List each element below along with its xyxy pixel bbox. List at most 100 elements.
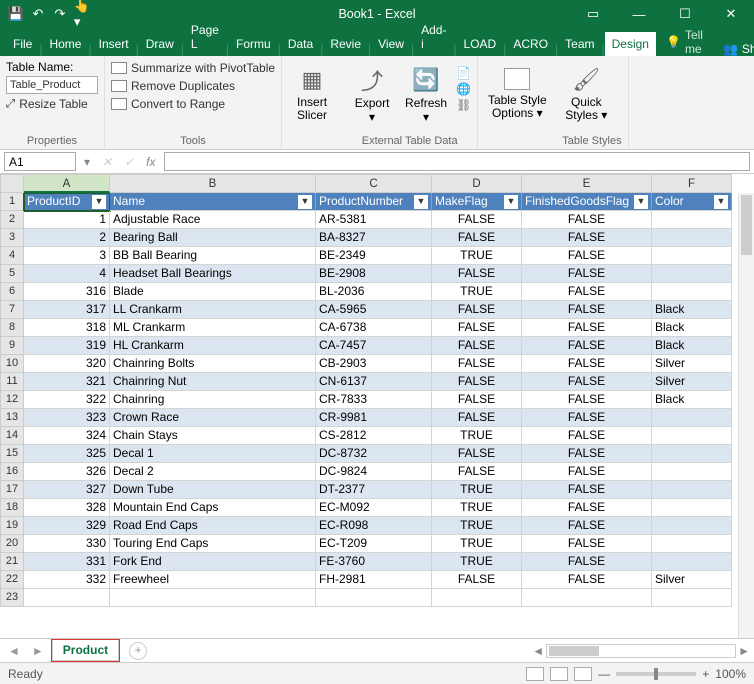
cell[interactable]: CA-5965 bbox=[316, 301, 432, 319]
cell[interactable]: Road End Caps bbox=[110, 517, 316, 535]
cell[interactable]: 325 bbox=[24, 445, 110, 463]
cell[interactable] bbox=[652, 247, 732, 265]
share-button[interactable]: 👥 Share bbox=[713, 42, 754, 56]
cell[interactable] bbox=[522, 589, 652, 607]
cell[interactable]: TRUE bbox=[432, 481, 522, 499]
cancel-icon[interactable]: ✕ bbox=[98, 155, 116, 169]
row-header[interactable]: 13 bbox=[0, 409, 24, 427]
cell[interactable] bbox=[652, 589, 732, 607]
cell[interactable]: BA-8327 bbox=[316, 229, 432, 247]
cell[interactable]: EC-T209 bbox=[316, 535, 432, 553]
cell[interactable] bbox=[652, 265, 732, 283]
tab-design[interactable]: Design bbox=[605, 32, 656, 56]
cell[interactable] bbox=[652, 463, 732, 481]
cell[interactable] bbox=[652, 553, 732, 571]
cell[interactable]: FALSE bbox=[432, 391, 522, 409]
cell[interactable]: Touring End Caps bbox=[110, 535, 316, 553]
normal-view-icon[interactable] bbox=[526, 667, 544, 681]
cell[interactable]: BB Ball Bearing bbox=[110, 247, 316, 265]
cell[interactable]: TRUE bbox=[432, 499, 522, 517]
table-row[interactable]: 7317LL CrankarmCA-5965FALSEFALSEBlack bbox=[0, 301, 754, 319]
row-header[interactable]: 8 bbox=[0, 319, 24, 337]
cell[interactable] bbox=[652, 229, 732, 247]
cell[interactable]: DC-8732 bbox=[316, 445, 432, 463]
col-header-F[interactable]: F bbox=[652, 174, 732, 193]
cell[interactable]: Bearing Ball bbox=[110, 229, 316, 247]
cell[interactable] bbox=[652, 427, 732, 445]
table-row[interactable]: 12322ChainringCR-7833FALSEFALSEBlack bbox=[0, 391, 754, 409]
row-header[interactable]: 1 bbox=[0, 193, 24, 211]
cell[interactable]: FALSE bbox=[522, 391, 652, 409]
row-header[interactable]: 12 bbox=[0, 391, 24, 409]
cell[interactable]: FALSE bbox=[522, 463, 652, 481]
tab-draw[interactable]: Draw bbox=[139, 32, 181, 56]
undo-icon[interactable]: ↶ bbox=[30, 6, 46, 22]
cell[interactable]: FALSE bbox=[522, 517, 652, 535]
sheet-tab-product[interactable]: Product bbox=[52, 640, 119, 661]
tab-load[interactable]: LOAD bbox=[457, 32, 504, 56]
cell[interactable]: BL-2036 bbox=[316, 283, 432, 301]
cell[interactable] bbox=[652, 409, 732, 427]
cell[interactable]: Silver bbox=[652, 355, 732, 373]
cell[interactable]: FALSE bbox=[432, 211, 522, 229]
cell[interactable]: EC-M092 bbox=[316, 499, 432, 517]
cell[interactable]: FALSE bbox=[522, 499, 652, 517]
cell[interactable]: DC-9824 bbox=[316, 463, 432, 481]
cell[interactable]: Silver bbox=[652, 373, 732, 391]
row-header[interactable]: 20 bbox=[0, 535, 24, 553]
unlink-icon[interactable]: ⛓ bbox=[456, 98, 471, 112]
cell[interactable]: 329 bbox=[24, 517, 110, 535]
table-name-input[interactable] bbox=[6, 76, 98, 94]
tab-view[interactable]: View bbox=[371, 32, 411, 56]
cell[interactable]: CR-9981 bbox=[316, 409, 432, 427]
row-header[interactable]: 14 bbox=[0, 427, 24, 445]
cell[interactable]: 4 bbox=[24, 265, 110, 283]
cell[interactable]: CR-7833 bbox=[316, 391, 432, 409]
tab-acro[interactable]: ACRO bbox=[506, 32, 555, 56]
table-row[interactable]: 8318ML CrankarmCA-6738FALSEFALSEBlack bbox=[0, 319, 754, 337]
cell[interactable]: CN-6137 bbox=[316, 373, 432, 391]
col-header-E[interactable]: E bbox=[522, 174, 652, 193]
col-header-A[interactable]: A bbox=[24, 174, 110, 193]
table-row[interactable]: 9319HL CrankarmCA-7457FALSEFALSEBlack bbox=[0, 337, 754, 355]
cell[interactable]: 318 bbox=[24, 319, 110, 337]
filter-icon[interactable]: ▼ bbox=[92, 195, 106, 209]
cell[interactable]: FALSE bbox=[522, 445, 652, 463]
row-header[interactable]: 5 bbox=[0, 265, 24, 283]
table-row[interactable]: 14324Chain StaysCS-2812TRUEFALSE bbox=[0, 427, 754, 445]
table-row[interactable]: 11321Chainring NutCN-6137FALSEFALSESilve… bbox=[0, 373, 754, 391]
table-row[interactable]: 16326Decal 2DC-9824FALSEFALSE bbox=[0, 463, 754, 481]
cell[interactable]: 327 bbox=[24, 481, 110, 499]
cell[interactable]: Crown Race bbox=[110, 409, 316, 427]
cell[interactable]: 317 bbox=[24, 301, 110, 319]
tab-insert[interactable]: Insert bbox=[92, 32, 136, 56]
cell[interactable] bbox=[316, 589, 432, 607]
cell[interactable] bbox=[652, 499, 732, 517]
col-header-D[interactable]: D bbox=[432, 174, 522, 193]
cell[interactable]: FALSE bbox=[522, 427, 652, 445]
cell[interactable]: FALSE bbox=[522, 355, 652, 373]
cell[interactable]: Black bbox=[652, 319, 732, 337]
filter-icon[interactable]: ▼ bbox=[714, 195, 728, 209]
cell[interactable]: FALSE bbox=[432, 409, 522, 427]
cell[interactable]: Decal 2 bbox=[110, 463, 316, 481]
cell[interactable]: Chainring bbox=[110, 391, 316, 409]
cell[interactable]: HL Crankarm bbox=[110, 337, 316, 355]
cell[interactable]: CS-2812 bbox=[316, 427, 432, 445]
filter-icon[interactable]: ▼ bbox=[504, 195, 518, 209]
cell[interactable] bbox=[652, 535, 732, 553]
cell[interactable]: CA-6738 bbox=[316, 319, 432, 337]
cell[interactable]: Fork End bbox=[110, 553, 316, 571]
cell[interactable]: 316 bbox=[24, 283, 110, 301]
table-row[interactable]: 6316BladeBL-2036TRUEFALSE bbox=[0, 283, 754, 301]
cell[interactable] bbox=[432, 589, 522, 607]
table-row[interactable]: 19329Road End CapsEC-R098TRUEFALSE bbox=[0, 517, 754, 535]
cell[interactable]: Adjustable Race bbox=[110, 211, 316, 229]
cell[interactable]: ML Crankarm bbox=[110, 319, 316, 337]
cell[interactable]: Black bbox=[652, 391, 732, 409]
refresh-button[interactable]: 🔄Refresh▾ bbox=[402, 60, 450, 128]
cell[interactable]: BE-2908 bbox=[316, 265, 432, 283]
cell[interactable]: Chainring Nut bbox=[110, 373, 316, 391]
cell[interactable] bbox=[24, 589, 110, 607]
cell[interactable]: FH-2981 bbox=[316, 571, 432, 589]
